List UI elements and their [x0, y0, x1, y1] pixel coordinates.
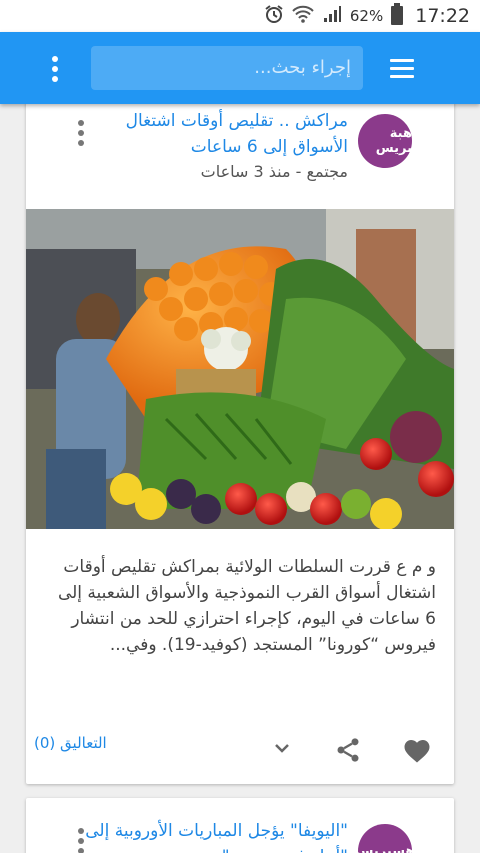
article-options-icon[interactable]	[76, 120, 86, 148]
article-actions: التعاليق (0)	[26, 728, 454, 772]
article-title[interactable]: "اليويفا" يؤجل المباريات الأوروبية إلى "…	[78, 818, 348, 853]
search-input[interactable]: إجراء بحث...	[91, 46, 363, 90]
battery-icon	[391, 3, 404, 29]
heart-icon[interactable]	[402, 736, 432, 768]
app-bar: إجراء بحث...	[0, 32, 480, 104]
battery-percent: 62%	[349, 7, 384, 25]
article-options-icon[interactable]	[76, 828, 86, 853]
article-image[interactable]	[26, 209, 454, 529]
chevron-down-icon[interactable]	[270, 736, 294, 764]
article-meta: مجتمع - منذ 3 ساعات	[200, 162, 348, 181]
article-excerpt[interactable]: و م ع قررت السلطات الولائية بمراكش تقليص…	[46, 554, 436, 658]
source-avatar[interactable]: هبة بريس	[358, 114, 412, 168]
alarm-icon	[264, 4, 284, 28]
comments-link[interactable]: التعاليق (0)	[34, 734, 107, 752]
menu-icon[interactable]	[390, 58, 414, 78]
search-placeholder: إجراء بحث...	[254, 57, 351, 78]
source-avatar[interactable]: هسبريس	[356, 824, 414, 853]
overflow-menu-icon[interactable]	[50, 56, 60, 82]
article-card[interactable]: هسبريس "اليويفا" يؤجل المباريات الأوروبي…	[26, 798, 454, 853]
share-icon[interactable]	[334, 736, 362, 768]
article-card[interactable]: هبة بريس مراكش .. تقليص أوقات اشتغال الأ…	[26, 92, 454, 784]
clock: 17:22	[415, 5, 470, 27]
article-title[interactable]: مراكش .. تقليص أوقات اشتغال الأسواق إلى …	[78, 108, 348, 160]
wifi-icon	[292, 4, 314, 28]
status-bar: 62% 17:22	[0, 0, 480, 32]
signal-icon	[322, 4, 342, 28]
